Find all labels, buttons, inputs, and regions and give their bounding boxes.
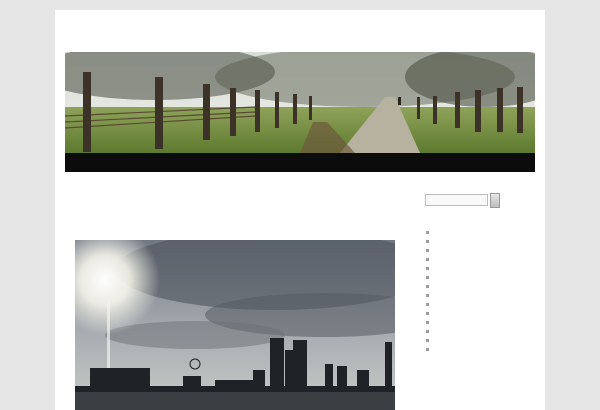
post-title[interactable] bbox=[75, 214, 405, 230]
list-item bbox=[425, 255, 540, 264]
header-image bbox=[65, 52, 535, 153]
list-item bbox=[425, 336, 540, 345]
list-item bbox=[425, 273, 540, 282]
list-item bbox=[425, 300, 540, 309]
main-navigation bbox=[65, 153, 535, 172]
post-image[interactable] bbox=[75, 240, 395, 410]
search-input[interactable] bbox=[425, 194, 488, 206]
list-item bbox=[425, 327, 540, 336]
list-item bbox=[425, 282, 540, 291]
site-title[interactable] bbox=[65, 26, 535, 44]
list-item bbox=[425, 309, 540, 318]
search-button[interactable] bbox=[490, 193, 500, 208]
page-container bbox=[55, 10, 545, 410]
list-item bbox=[425, 345, 540, 354]
widget-link-list bbox=[425, 228, 540, 354]
list-item bbox=[425, 237, 540, 246]
list-item bbox=[425, 246, 540, 255]
list-item bbox=[425, 318, 540, 327]
list-item bbox=[425, 264, 540, 273]
list-item bbox=[425, 291, 540, 300]
list-item bbox=[425, 228, 540, 237]
